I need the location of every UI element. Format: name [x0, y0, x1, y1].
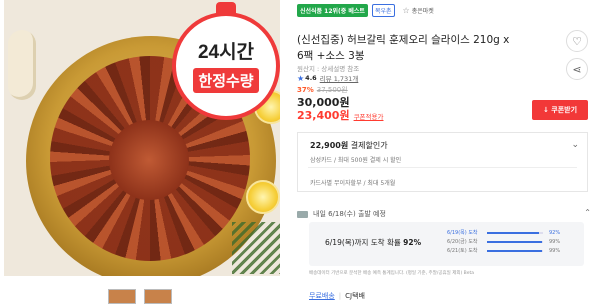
card-price-suffix: 결제할인가: [350, 141, 388, 150]
probability-percent: 99%: [549, 238, 561, 245]
card-price-value: 22,900원: [310, 141, 349, 150]
get-coupon-button[interactable]: ↓ 쿠폰받기: [532, 100, 588, 120]
delivery-probability-value: 92%: [403, 238, 422, 247]
shipping-footer: 무료배송 | CJ택배: [309, 291, 365, 301]
star-icon: ★: [297, 73, 305, 83]
probability-bar: [487, 231, 543, 234]
discount-rate: 37%: [297, 86, 314, 94]
rating: ★ 4.6 리뷰 1,731개: [297, 73, 359, 84]
rating-score: 4.6: [305, 74, 317, 82]
garlic-decoration: [8, 30, 36, 100]
share-icon[interactable]: ⋖: [566, 58, 588, 80]
sale-price: 23,400원: [297, 109, 350, 122]
probability-date: 6/19(목) 도착: [447, 230, 478, 236]
courier-name: CJ택배: [345, 292, 365, 300]
sale-price-row: 23,400원 쿠폰적용가: [297, 107, 383, 123]
product-tags: 신선식품 12위(중 베스트 목우촌 ☆ 총은마켓: [297, 4, 434, 17]
probability-fill: [487, 249, 543, 252]
brand-tag[interactable]: 목우촌: [371, 4, 395, 17]
limited-time-badge: 24시간 한정수량: [172, 12, 280, 120]
star-outline-icon[interactable]: ☆: [403, 6, 410, 15]
probability-row: 6/21(토) 도착 99%: [447, 246, 579, 255]
store-name[interactable]: 총은마켓: [412, 6, 434, 15]
product-image[interactable]: 24시간 한정수량: [4, 0, 280, 276]
probability-row: 6/20(금) 도착 99%: [447, 237, 579, 246]
divider: [308, 167, 577, 168]
heart-icon[interactable]: ♡: [566, 30, 588, 52]
product-info-panel: 신선식품 12위(중 베스트 목우촌 ☆ 총은마켓 (신선집중) 허브갈릭 훈제…: [297, 0, 600, 304]
thumbnail[interactable]: [144, 289, 172, 304]
delivery-probability-list: 6/19(목) 도착 92% 6/20(금) 도착 99% 6/21(토) 도착…: [447, 228, 579, 255]
coupon-price-note[interactable]: 쿠폰적용가: [354, 111, 384, 121]
probability-date: 6/21(토) 도착: [447, 248, 478, 254]
rosemary-decoration: [232, 222, 280, 274]
card-discount-detail: 삼성카드 / 최대 500원 결제 시 할인: [310, 157, 402, 164]
probability-fill: [487, 240, 543, 243]
probability-bar: [487, 240, 543, 243]
card-discount-box[interactable]: 22,900원 결제할인가 ⌄ 삼성카드 / 최대 500원 결제 시 할인 카…: [297, 132, 588, 192]
truck-icon: [297, 210, 308, 218]
probability-fill: [487, 231, 539, 234]
delivery-note: 배송데이터 기반으로 분석한 배송 예측 통계입니다. (평일 기준, 주말/공…: [309, 271, 475, 276]
smoked-duck-center: [109, 120, 189, 200]
delivery-forecast-box: 6/19(목)까지 도착 확률 92% 6/19(목) 도착 92% 6/20(…: [309, 222, 584, 266]
probability-bar: [487, 249, 543, 252]
delivery-probability: 6/19(목)까지 도착 확률 92%: [325, 237, 421, 248]
free-shipping-link[interactable]: 무료배송: [309, 291, 335, 301]
chevron-up-icon[interactable]: ⌃: [584, 208, 591, 217]
installment-info: 카드사별 무이자할부 / 최대 5개월: [310, 180, 396, 187]
delivery-probability-label: 6/19(목)까지 도착 확률: [325, 238, 401, 247]
badge-line1: 24시간: [197, 42, 255, 63]
probability-percent: 99%: [549, 247, 561, 254]
category-rank-tag[interactable]: 신선식품 12위(중 베스트: [297, 4, 368, 17]
probability-percent: 92%: [549, 229, 561, 236]
review-count-link[interactable]: 리뷰 1,731개: [320, 73, 359, 83]
thumbnail[interactable]: [108, 289, 136, 304]
delivery-date: 내일 6/18(수) 출발 예정: [313, 210, 386, 218]
badge-line2: 한정수량: [193, 68, 259, 93]
origin-info: 원산지 : 상세설명 참조: [297, 65, 360, 73]
product-title: (신선집중) 허브갈릭 훈제오리 슬라이스 210g x 6팩 +소스 3봉: [297, 34, 510, 62]
chevron-down-icon[interactable]: ⌄: [571, 140, 579, 150]
card-discount-price: 22,900원 결제할인가: [310, 140, 388, 151]
divider: |: [338, 292, 342, 300]
probability-row: 6/19(목) 도착 92%: [447, 228, 579, 237]
probability-date: 6/20(금) 도착: [447, 239, 478, 245]
lemon-slice: [246, 180, 280, 214]
delivery-header: 내일 6/18(수) 출발 예정: [297, 209, 386, 219]
